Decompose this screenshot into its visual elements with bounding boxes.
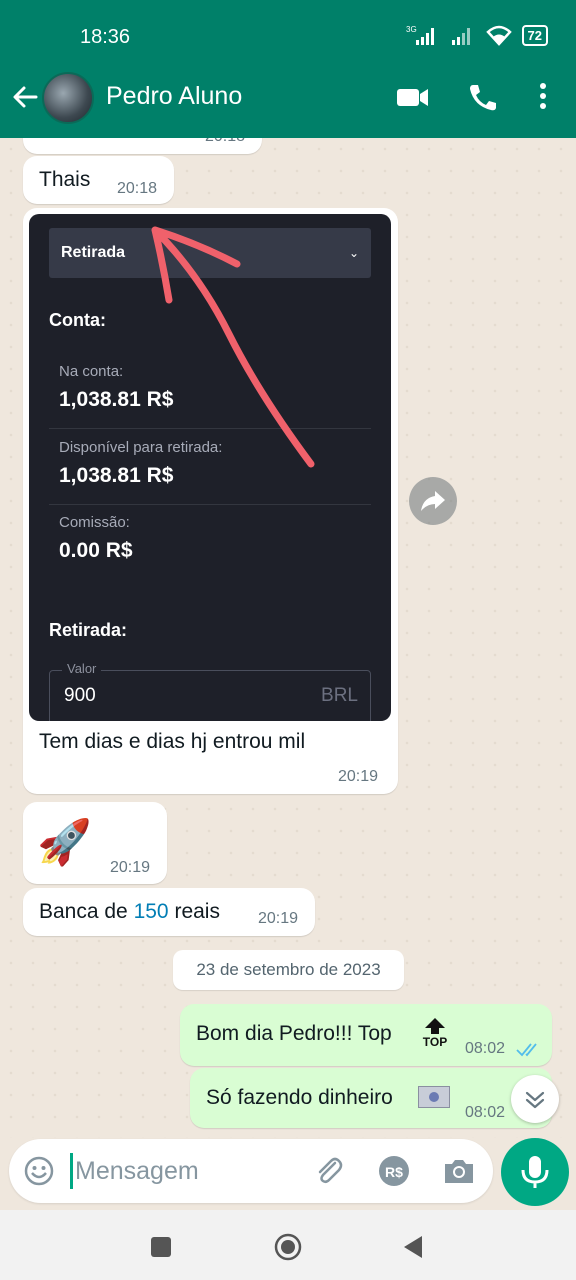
camera-icon[interactable] bbox=[441, 1153, 477, 1189]
svg-text:R$: R$ bbox=[385, 1164, 403, 1180]
signal-icon bbox=[451, 28, 470, 45]
message-text: Só fazendo dinheiro bbox=[206, 1086, 393, 1109]
message-time: 20:19 bbox=[110, 859, 151, 876]
message-input[interactable] bbox=[75, 1151, 295, 1191]
back-arrow-icon[interactable] bbox=[10, 82, 40, 112]
recents-icon[interactable] bbox=[146, 1232, 176, 1262]
read-check-icon bbox=[516, 1043, 537, 1057]
image-message-bubble[interactable]: Retirada ⌄ Conta: Na conta: 1,038.81 R$ … bbox=[23, 208, 398, 794]
battery-indicator: 72 bbox=[521, 24, 548, 46]
wifi-icon bbox=[485, 25, 512, 46]
message-text: Banca de 150 reais bbox=[39, 900, 220, 924]
mic-icon bbox=[521, 1156, 549, 1188]
emoji-icon[interactable] bbox=[23, 1155, 55, 1187]
chevron-double-down-icon bbox=[525, 1091, 545, 1109]
phone-icon[interactable] bbox=[466, 82, 500, 112]
message-time: 20:19 bbox=[258, 910, 299, 927]
more-vertical-icon[interactable] bbox=[526, 82, 560, 112]
status-bar: 18:36 3G 72 bbox=[0, 0, 576, 70]
date-label: 23 de setembro de 2023 bbox=[196, 960, 381, 979]
message-time: 20:19 bbox=[338, 768, 379, 785]
message-time: 20:18 bbox=[205, 138, 245, 146]
image-attachment[interactable]: Retirada ⌄ Conta: Na conta: 1,038.81 R$ … bbox=[29, 214, 391, 721]
message-bubble-incoming[interactable]: Thais 20:18 bbox=[23, 156, 174, 204]
message-text: Bom dia Pedro!!! Top bbox=[196, 1022, 392, 1045]
message-caption: Tem dias e dias hj entrou mil bbox=[39, 730, 306, 753]
home-icon[interactable] bbox=[273, 1232, 303, 1262]
message-bubble-outgoing[interactable]: Só fazendo dinheiro 08:02 bbox=[190, 1068, 552, 1128]
contact-name[interactable]: Pedro Aluno bbox=[106, 82, 242, 111]
date-separator: 23 de setembro de 2023 bbox=[173, 950, 404, 990]
avatar[interactable] bbox=[42, 72, 94, 124]
message-bubble-partial[interactable]: 20:18 bbox=[23, 138, 262, 154]
network-type-label: 3G bbox=[406, 25, 417, 34]
annotation-arrow-icon bbox=[151, 226, 315, 468]
signal-3g-icon: 3G bbox=[406, 25, 434, 45]
top-sticker-label: TOP bbox=[422, 1035, 448, 1049]
scroll-to-bottom-button[interactable] bbox=[511, 1075, 559, 1123]
chat-header: Pedro Aluno bbox=[0, 70, 576, 138]
message-text: Thais bbox=[39, 168, 91, 191]
payment-icon[interactable]: R$ bbox=[376, 1153, 412, 1189]
forward-button[interactable] bbox=[409, 477, 457, 525]
message-bubble-outgoing[interactable]: Bom dia Pedro!!! Top TOP 08:02 bbox=[180, 1004, 552, 1066]
attach-icon[interactable] bbox=[311, 1153, 347, 1189]
mic-button[interactable] bbox=[501, 1138, 569, 1206]
back-icon[interactable] bbox=[398, 1232, 428, 1262]
rocket-emoji: 🚀 bbox=[37, 818, 92, 867]
forward-icon bbox=[421, 491, 445, 511]
text-caret bbox=[70, 1153, 73, 1189]
chat-area[interactable]: 20:18 Thais 20:18 Retirada ⌄ Conta: Na c… bbox=[0, 138, 576, 1138]
message-composer: R$ bbox=[9, 1139, 493, 1203]
message-time: 08:02 bbox=[465, 1040, 506, 1057]
message-time: 20:18 bbox=[117, 180, 158, 197]
status-time: 18:36 bbox=[80, 26, 131, 48]
system-navigation-bar bbox=[0, 1210, 576, 1280]
message-bubble-incoming[interactable]: Banca de 150 reais 20:19 bbox=[23, 888, 315, 936]
message-bubble-incoming[interactable]: 🚀 20:19 bbox=[23, 802, 167, 884]
video-call-icon[interactable] bbox=[396, 82, 430, 112]
message-text-prefix: Banca de bbox=[39, 900, 134, 923]
message-time: 08:02 bbox=[465, 1104, 506, 1121]
top-arrow-icon: TOP bbox=[420, 1018, 450, 1048]
status-icons: 3G 72 bbox=[406, 24, 548, 46]
number-link[interactable]: 150 bbox=[134, 900, 169, 923]
money-emoji-icon bbox=[418, 1086, 450, 1108]
message-text-suffix: reais bbox=[168, 900, 220, 923]
